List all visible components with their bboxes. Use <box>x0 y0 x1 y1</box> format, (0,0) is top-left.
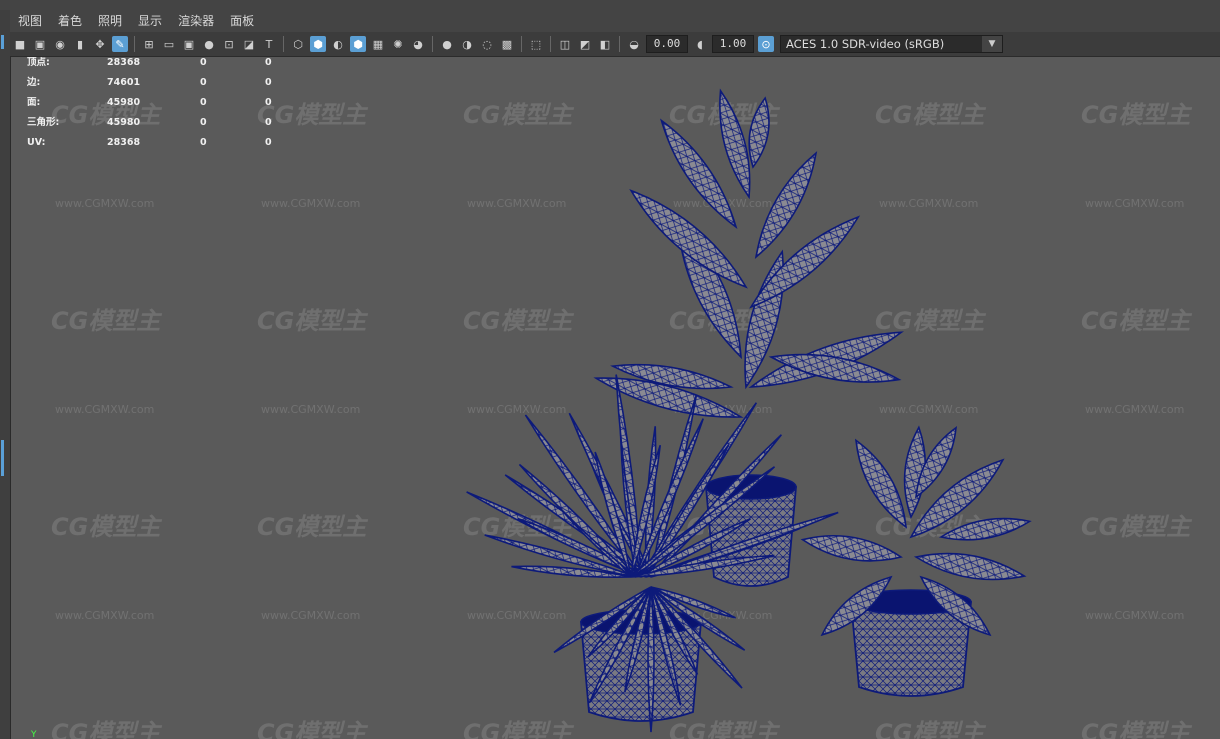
exposure-field[interactable]: 0.00 <box>646 35 688 53</box>
safe-title-icon[interactable]: T <box>261 36 277 52</box>
toolbar-separator <box>619 36 620 52</box>
plant-group: Y <box>30 88 1032 739</box>
hud-value: 45980 <box>107 97 141 108</box>
toolbar-separator <box>432 36 433 52</box>
toolbar-separator <box>134 36 135 52</box>
resolution-gate-icon[interactable]: ▣ <box>181 36 197 52</box>
hud-value: 0 <box>265 137 272 148</box>
menu-renderer[interactable]: 渲染器 <box>170 10 222 32</box>
left-tool-strip <box>0 10 11 739</box>
grid-icon[interactable]: ⊞ <box>141 36 157 52</box>
smooth-shade-icon[interactable]: ⬢ <box>310 36 326 52</box>
toolbar-separator <box>283 36 284 52</box>
isolate-select-icon[interactable]: ⬚ <box>528 36 544 52</box>
hud-value: 0 <box>265 97 272 108</box>
hud-label: 顶点: <box>27 57 50 68</box>
screen-space-ao-icon[interactable]: ● <box>439 36 455 52</box>
safe-action-icon[interactable]: ◪ <box>241 36 257 52</box>
hud-label: 面: <box>27 97 41 108</box>
hud-label: UV: <box>27 137 46 148</box>
motion-blur-icon[interactable]: ◑ <box>459 36 475 52</box>
toolbar-separator <box>550 36 551 52</box>
menu-show[interactable]: 显示 <box>130 10 170 32</box>
camera-attributes-icon[interactable]: ▣ <box>32 36 48 52</box>
tall-plant-leaf <box>748 96 770 169</box>
window-top-strip <box>0 0 1220 10</box>
hud-value: 0 <box>200 77 207 88</box>
hud-value: 0 <box>200 117 207 128</box>
hud-value: 0 <box>265 117 272 128</box>
wireframe-icon[interactable]: ⬡ <box>290 36 306 52</box>
xray-icon[interactable]: ◫ <box>557 36 573 52</box>
exposure-icon[interactable]: ◒ <box>626 36 642 52</box>
shadows-icon[interactable]: ◕ <box>410 36 426 52</box>
axis-indicator-label: Y <box>30 730 37 739</box>
toolbar-separator <box>521 36 522 52</box>
color-management-icon[interactable]: ⊙ <box>758 36 774 52</box>
right-plant-leaf <box>855 438 907 529</box>
view-transform-dropdown[interactable]: ACES 1.0 SDR-video (sRGB) ▼ <box>780 35 1003 53</box>
menu-panels[interactable]: 面板 <box>222 10 262 32</box>
wireframe-on-shaded-icon[interactable]: ⬢ <box>350 36 366 52</box>
depth-of-field-icon[interactable]: ▩ <box>499 36 515 52</box>
hud-value: 0 <box>200 57 207 68</box>
hud-value: 0 <box>265 57 272 68</box>
bookmark-icon[interactable]: ▮ <box>72 36 88 52</box>
gamma-icon[interactable]: ◖ <box>692 36 708 52</box>
panel-toolbar: ■ ▣ ◉ ▮ ✥ ✎ ⊞ ▭ ▣ ● ⊡ ◪ T ⬡ ⬢ ◐ ⬢ ▦ ✺ ◕ … <box>10 32 1220 57</box>
film-gate-icon[interactable]: ▭ <box>161 36 177 52</box>
left-strip-marker <box>1 35 4 49</box>
grease-pencil-icon[interactable]: ✎ <box>112 36 128 52</box>
right-plant-leaf <box>938 517 1032 541</box>
hud-label: 三角形: <box>27 117 60 128</box>
menu-shading[interactable]: 着色 <box>50 10 90 32</box>
tall-plant-leaf <box>719 88 751 200</box>
default-material-icon[interactable]: ◐ <box>330 36 346 52</box>
hud-value: 0 <box>200 137 207 148</box>
xray-joints-icon[interactable]: ◩ <box>577 36 593 52</box>
xray-active-icon[interactable]: ◧ <box>597 36 613 52</box>
gamma-field[interactable]: 1.00 <box>712 35 754 53</box>
tall-plant-leaf <box>754 151 818 260</box>
anti-aliasing-icon[interactable]: ◌ <box>479 36 495 52</box>
menu-lighting[interactable]: 照明 <box>90 10 130 32</box>
hud-value: 45980 <box>107 117 141 128</box>
spiky-leaf <box>647 586 655 733</box>
image-plane-icon[interactable]: ✥ <box>92 36 108 52</box>
gate-mask-icon[interactable]: ● <box>201 36 217 52</box>
maya-viewport-app: 视图 着色 照明 显示 渲染器 面板 ■ ▣ ◉ ▮ ✥ ✎ ⊞ ▭ ▣ ● ⊡… <box>0 0 1220 739</box>
view-transform-label: ACES 1.0 SDR-video (sRGB) <box>786 37 945 51</box>
right-plant-leaf <box>913 552 1027 581</box>
hud-value: 28368 <box>107 57 141 68</box>
panel-menu-bar: 视图 着色 照明 显示 渲染器 面板 <box>10 10 1220 32</box>
hud-value: 0 <box>265 77 272 88</box>
hud-label: 边: <box>27 77 41 88</box>
lights-icon[interactable]: ✺ <box>390 36 406 52</box>
menu-view[interactable]: 视图 <box>10 10 50 32</box>
textured-icon[interactable]: ▦ <box>370 36 386 52</box>
right-plant-leaf <box>800 534 903 562</box>
left-strip-marker <box>1 440 4 476</box>
chevron-down-icon[interactable]: ▼ <box>982 36 1002 52</box>
bookmark-camera-icon[interactable]: ◉ <box>52 36 68 52</box>
field-chart-icon[interactable]: ⊡ <box>221 36 237 52</box>
3d-viewport[interactable]: CG模型主 www.CGMXW.com CG模型主 www.CGMXW.com CG模型… <box>11 57 1220 739</box>
hud-value: 0 <box>200 97 207 108</box>
hud-value: 74601 <box>107 77 141 88</box>
hud-value: 28368 <box>107 137 141 148</box>
camera-select-icon[interactable]: ■ <box>12 36 28 52</box>
plant-wireframe-scene: Y <box>30 88 1032 739</box>
